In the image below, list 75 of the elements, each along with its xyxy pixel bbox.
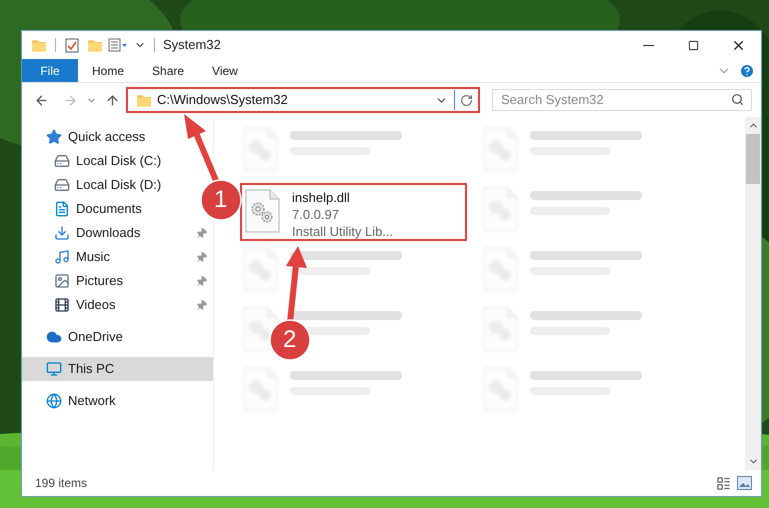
sidebar-item[interactable]: Music [22, 245, 114, 269]
sidebar-item-label: Network [68, 392, 116, 410]
dll-file-icon [242, 127, 278, 171]
scroll-thumb[interactable] [746, 134, 760, 184]
step-number: 2 [283, 328, 296, 352]
folder-icon [137, 94, 151, 106]
sidebar-item-label: Downloads [76, 224, 140, 242]
ribbon-tab[interactable]: View [198, 59, 252, 82]
large-icons-view-icon[interactable] [737, 476, 752, 490]
sidebar-item[interactable]: Network [22, 389, 120, 413]
cloud-icon [46, 329, 62, 345]
sidebar-item[interactable]: Quick access [22, 125, 150, 149]
folder-icon [32, 38, 46, 52]
picture-icon [54, 273, 70, 289]
dll-file-icon [242, 247, 278, 291]
address-path: C:\Windows\System32 [157, 91, 288, 110]
back-icon[interactable] [34, 92, 49, 108]
sidebar-item-label: Documents [76, 200, 142, 218]
details-view-icon[interactable] [716, 476, 731, 490]
file-name: inshelp.dll [292, 189, 351, 206]
help-icon[interactable] [739, 62, 755, 78]
sidebar-item[interactable]: Videos [22, 293, 120, 317]
sidebar-item-label: Music [76, 248, 110, 266]
item-count: 199 items [35, 475, 88, 492]
ribbon-tab[interactable]: Share [138, 59, 198, 82]
up-icon[interactable] [105, 92, 120, 108]
scrollbar[interactable] [745, 117, 761, 470]
network-globe-icon [46, 393, 62, 409]
search-icon [731, 93, 744, 106]
drive-icon [54, 153, 70, 169]
sidebar-item[interactable]: Local Disk (D:) [22, 173, 166, 197]
sidebar-item-label: Local Disk (C:) [76, 152, 162, 170]
step-badge [269, 319, 311, 361]
dll-file-icon [482, 187, 518, 231]
film-icon [54, 297, 70, 313]
selected-sidebar-item[interactable]: This PC [22, 357, 213, 381]
star-icon [46, 129, 62, 145]
sidebar-item[interactable]: Local Disk (C:) [22, 149, 166, 173]
monitor-icon [46, 361, 62, 377]
file-tab[interactable]: File [22, 59, 78, 82]
file-detail: 7.0.0.97 [292, 206, 340, 223]
sidebar-item[interactable]: Documents [22, 197, 146, 221]
file-detail: Install Utility Lib... [292, 223, 394, 240]
dll-file-icon [482, 247, 518, 291]
checkmark-properties-icon[interactable] [65, 38, 79, 52]
new-folder-icon [88, 38, 102, 52]
minimize-icon [643, 44, 654, 46]
file-item[interactable]: inshelp.dll 7.0.0.97 Install Utility Lib... [240, 183, 467, 241]
sidebar-item-label: Videos [76, 296, 116, 314]
properties-list-icon[interactable] [108, 38, 128, 52]
sidebar-item[interactable]: OneDrive [22, 325, 127, 349]
dll-file-icon [482, 307, 518, 351]
music-note-icon [54, 249, 70, 265]
dll-file-icon [242, 367, 278, 411]
search-field[interactable]: Search System32 [492, 88, 752, 110]
sidebar-item-label: This PC [68, 360, 114, 378]
address-bar[interactable]: C:\Windows\System32 [126, 87, 480, 113]
step-number: 1 [214, 188, 228, 212]
ribbon-tab[interactable]: Home [78, 59, 138, 82]
download-icon [54, 225, 70, 241]
sidebar-item-label: OneDrive [68, 328, 123, 346]
step-badge [200, 179, 242, 221]
sidebar-item[interactable]: Pictures [22, 269, 127, 293]
maximize-icon [688, 40, 699, 50]
sidebar-item-label: Quick access [68, 128, 146, 146]
dll-file-icon [244, 189, 280, 233]
window-title: System32 [163, 36, 221, 54]
dll-file-icon [482, 127, 518, 171]
dll-file-icon [482, 367, 518, 411]
refresh-icon[interactable] [460, 94, 473, 106]
drive-icon [54, 177, 70, 193]
sidebar-item[interactable]: Downloads [22, 221, 144, 245]
sidebar-item-label: Pictures [76, 272, 123, 290]
sidebar-item-label: Local Disk (D:) [76, 176, 162, 194]
document-icon [54, 201, 70, 217]
